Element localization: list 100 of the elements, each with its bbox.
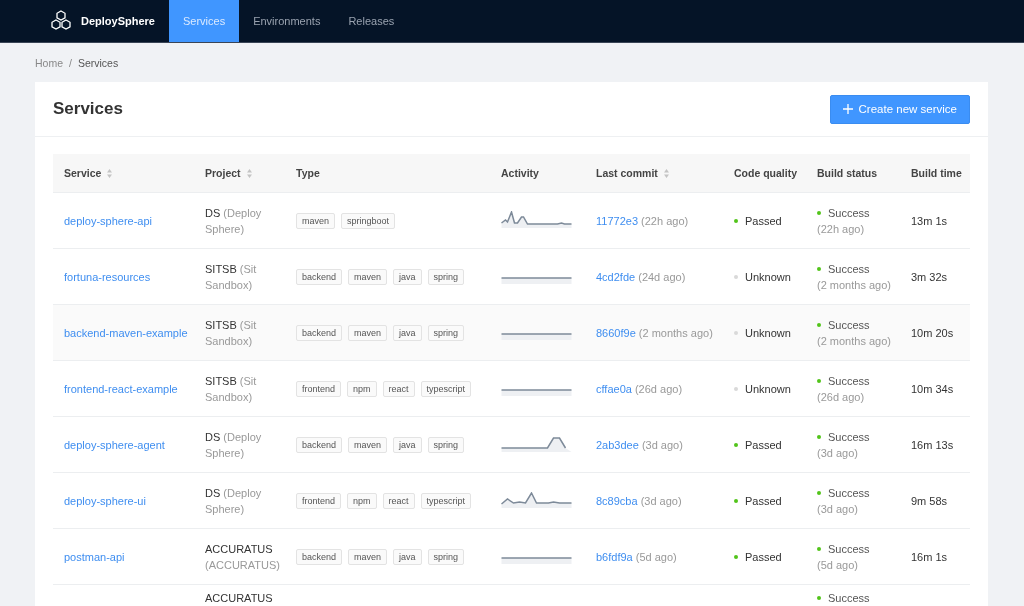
build-status: Success (828, 429, 870, 445)
type-tag: backend (296, 268, 343, 285)
type-tag: backend (296, 436, 343, 453)
activity-sparkline (501, 491, 572, 509)
commit-age: (3d ago) (641, 438, 683, 451)
build-time: 16m 1s (911, 550, 948, 563)
build-age: (26d ago) (817, 389, 866, 405)
quality-status: Unknown (745, 325, 791, 341)
page-title: Services (53, 99, 123, 119)
type-tag: spring (427, 436, 465, 453)
commit-age: (2 months ago) (638, 326, 713, 339)
create-service-button[interactable]: Create new service (829, 94, 970, 124)
build-status: Success (828, 205, 870, 221)
project-label: SITSB (Sit Sandbox) (205, 317, 258, 349)
plus-icon (842, 104, 853, 114)
build-age: (5d ago) (817, 557, 859, 573)
project-label: DS (Deploy Sphere) (205, 485, 263, 517)
type-tag: maven (348, 268, 388, 285)
logo-icon (49, 10, 73, 32)
build-age: (2 months ago) (817, 333, 892, 349)
column-header: Type (296, 166, 320, 181)
build-status: Success (828, 261, 870, 277)
project-label: DS (Deploy Sphere) (205, 429, 263, 461)
type-tag: maven (348, 548, 388, 565)
commit-link[interactable]: 8c89cba (596, 494, 638, 507)
nav-tab[interactable]: Environments (239, 0, 335, 42)
column-header: Activity (501, 166, 539, 181)
build-status: Success (828, 485, 870, 501)
service-link[interactable]: deploy-sphere-agent (64, 438, 165, 451)
column-header[interactable]: Last commit (596, 165, 658, 181)
type-tag: spring (427, 324, 465, 341)
breadcrumb-separator: / (69, 56, 72, 69)
build-time: 10m 34s (911, 382, 954, 395)
build-status: Success (828, 591, 870, 606)
type-tag: npm (347, 380, 377, 397)
commit-age: (26d ago) (634, 382, 683, 395)
sort-icon[interactable] (246, 168, 252, 178)
type-tag: backend (296, 324, 343, 341)
type-tag: react (382, 492, 415, 509)
build-status: Success (828, 541, 870, 557)
type-tag: java (393, 436, 422, 453)
quality-status: Passed (745, 213, 782, 229)
build-age: (22h ago) (817, 221, 866, 237)
breadcrumb-item: Services (77, 56, 119, 69)
service-link[interactable]: deploy-sphere-api (64, 214, 153, 227)
type-tag: frontend (296, 380, 342, 397)
commit-link[interactable]: b6fdf9a (596, 550, 633, 563)
type-tag: typescript (420, 492, 472, 509)
service-link[interactable]: frontend-react-example (64, 382, 178, 395)
activity-sparkline (501, 332, 572, 340)
type-tag: maven (348, 436, 388, 453)
quality-status: Passed (745, 493, 782, 509)
type-tag: react (382, 380, 415, 397)
column-header[interactable]: Service (64, 165, 102, 181)
activity-sparkline (501, 436, 572, 453)
type-tag: java (393, 268, 422, 285)
commit-age: (3d ago) (640, 494, 682, 507)
nav-tab[interactable]: Services (168, 0, 240, 42)
commit-link[interactable]: 11772e3 (596, 214, 638, 227)
project-label: DS (Deploy Sphere) (205, 205, 263, 237)
commit-link[interactable]: 4cd2fde (596, 270, 636, 283)
commit-age: (5d ago) (635, 550, 677, 563)
activity-sparkline (501, 556, 572, 564)
column-header: Build time (911, 166, 962, 181)
project-label: SITSB (Sit Sandbox) (205, 261, 258, 293)
quality-status: Passed (745, 437, 782, 453)
type-tag: spring (427, 268, 465, 285)
type-tag: maven (348, 324, 388, 341)
build-time: 9m 58s (911, 494, 948, 507)
activity-sparkline (501, 210, 572, 229)
type-tag: npm (347, 492, 377, 509)
build-time: 16m 13s (911, 438, 954, 451)
sort-icon[interactable] (107, 168, 113, 178)
commit-link[interactable]: cffae0a (596, 382, 632, 395)
project-label: SITSB (Sit Sandbox) (205, 373, 258, 405)
service-link[interactable]: backend-maven-example (64, 326, 188, 339)
project-label: ACCURATUS (ACCURATUS) (205, 541, 281, 573)
breadcrumb-item[interactable]: Home (35, 56, 63, 69)
column-header: Build status (817, 166, 878, 181)
quality-status: Passed (745, 549, 782, 565)
build-status: Success (828, 373, 870, 389)
type-tag: springboot (341, 212, 396, 229)
service-link[interactable]: fortuna-resources (64, 270, 151, 283)
quality-status: Unknown (745, 269, 791, 285)
build-time: 3m 32s (911, 270, 948, 283)
commit-age: (24d ago) (638, 270, 686, 283)
sort-icon[interactable] (663, 168, 669, 178)
quality-status: Unknown (745, 381, 791, 397)
build-age: (3d ago) (817, 501, 859, 517)
service-link[interactable]: postman-api (64, 550, 125, 563)
build-time: 10m 20s (911, 326, 954, 339)
column-header: Code quality (734, 166, 797, 181)
nav-tab[interactable]: Releases (334, 0, 409, 42)
commit-link[interactable]: 8660f9e (596, 326, 636, 339)
service-link[interactable]: deploy-sphere-ui (64, 494, 146, 507)
commit-link[interactable]: 2ab3dee (596, 438, 639, 451)
column-header[interactable]: Project (205, 165, 241, 181)
type-tag: typescript (420, 380, 472, 397)
activity-sparkline (501, 388, 572, 396)
type-tag: java (393, 324, 422, 341)
